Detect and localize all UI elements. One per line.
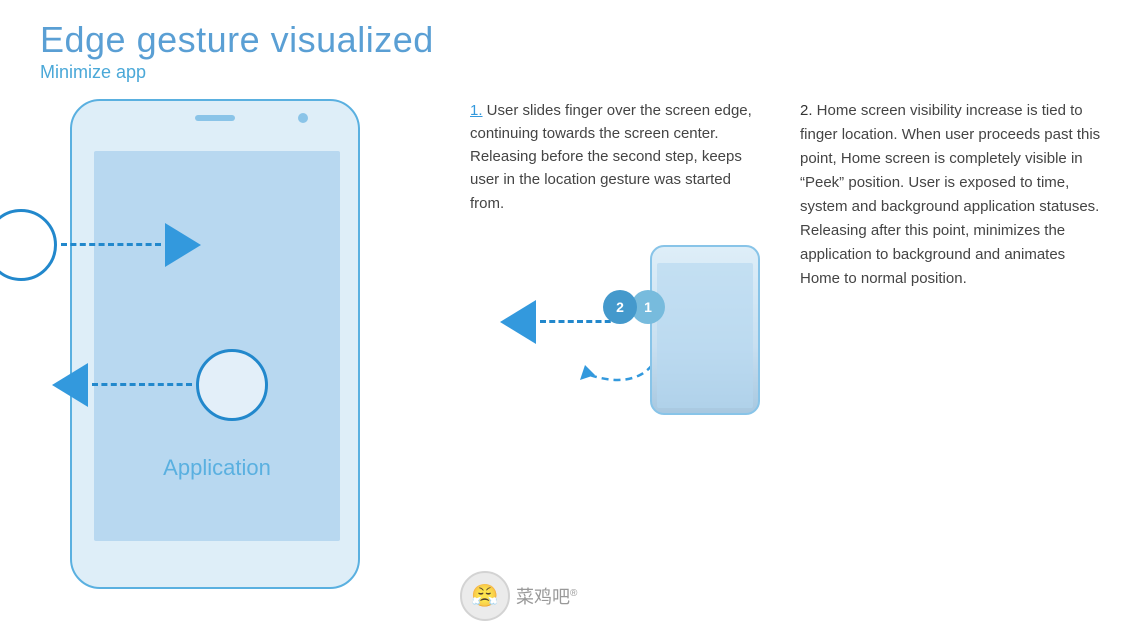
mini-phone-screen bbox=[657, 263, 753, 408]
middle-section: 1. User slides finger over the screen ed… bbox=[460, 99, 770, 435]
arrow-left-icon bbox=[52, 363, 88, 407]
main-title: Edge gesture visualized bbox=[40, 20, 1101, 60]
phone-speaker bbox=[195, 115, 235, 121]
finger-circle-bottom bbox=[196, 349, 268, 421]
step2-arrow-left-icon bbox=[500, 300, 536, 344]
sub-title: Minimize app bbox=[40, 62, 1101, 83]
right-section: 2. Home screen visibility increase is ti… bbox=[770, 99, 1101, 291]
phone-outer: Application bbox=[70, 99, 360, 589]
dashed-line-top bbox=[61, 243, 161, 246]
gesture-top bbox=[0, 209, 201, 281]
phone-camera bbox=[298, 113, 308, 123]
step2-diagram: 2 1 bbox=[470, 235, 760, 435]
page-container: Edge gesture visualized Minimize app App… bbox=[0, 0, 1131, 636]
phone-section: Application bbox=[40, 99, 460, 619]
gesture-bottom bbox=[52, 349, 268, 421]
circle-2: 2 bbox=[603, 290, 637, 324]
step1-number: 1. bbox=[470, 102, 483, 119]
content-row: Application 1. User slides finger over t… bbox=[40, 99, 1101, 626]
step1-text: 1. User slides finger over the screen ed… bbox=[470, 99, 760, 215]
step2-circles: 2 1 bbox=[603, 290, 665, 324]
watermark-text: 菜鸡吧® bbox=[516, 583, 577, 609]
arrow-right-icon bbox=[165, 223, 201, 267]
step2-arrow-container bbox=[500, 300, 620, 344]
watermark: 😤 菜鸡吧® bbox=[460, 571, 577, 621]
mini-phone-illustration bbox=[650, 245, 760, 415]
watermark-logo: 😤 bbox=[460, 571, 510, 621]
step2-number: 2. bbox=[800, 102, 813, 119]
app-label: Application bbox=[163, 455, 271, 481]
step2-text: 2. Home screen visibility increase is ti… bbox=[800, 99, 1101, 291]
finger-circle-top bbox=[0, 209, 57, 281]
dashed-line-bottom bbox=[92, 383, 192, 386]
header-section: Edge gesture visualized Minimize app bbox=[40, 20, 1101, 83]
